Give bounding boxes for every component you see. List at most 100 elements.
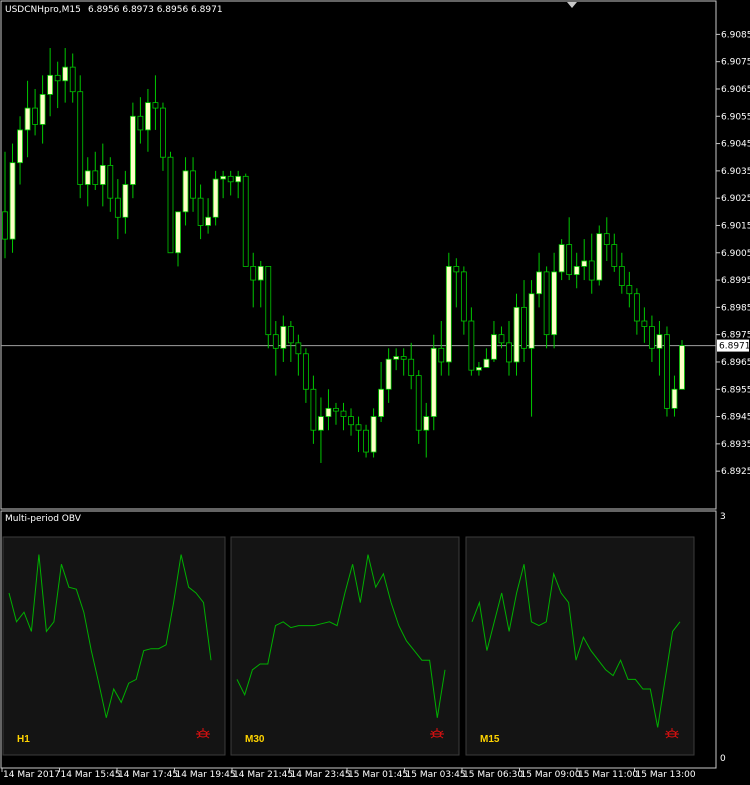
candle-body — [460, 271, 467, 322]
price-tick-label: 6.8985 — [721, 303, 750, 313]
candle-body — [453, 266, 460, 273]
time-tick-label: 14 Mar 17:45 — [118, 770, 178, 780]
candle-body — [190, 170, 196, 199]
candle-body — [633, 293, 640, 322]
time-tick-label: 14 Mar 19:45 — [176, 770, 236, 780]
candle-body — [92, 170, 99, 185]
candle-body — [400, 356, 407, 360]
candle-body — [498, 334, 505, 344]
candle-body — [656, 334, 663, 349]
candle-body — [197, 197, 204, 226]
obv-timeframe-label: M15 — [480, 734, 500, 745]
candle-body — [167, 156, 174, 254]
candle-body — [107, 165, 114, 199]
candle-body — [302, 353, 309, 390]
candle-body — [137, 115, 144, 131]
candle-body — [370, 416, 377, 453]
candle-body — [54, 74, 61, 82]
time-tick-label: 14 Mar 15:45 — [61, 770, 121, 780]
candle-body — [506, 342, 512, 363]
candle-body — [581, 260, 588, 267]
candle-body — [543, 271, 550, 336]
candle-body — [212, 178, 219, 218]
candle-body — [257, 266, 264, 281]
candle-body — [588, 260, 595, 281]
candle-body — [468, 320, 475, 371]
candle-body — [175, 211, 181, 254]
time-tick-label: 14 Mar 2017 — [3, 770, 60, 780]
candle-body — [355, 424, 362, 431]
time-tick-label: 14 Mar 23:45 — [291, 770, 351, 780]
candle-body — [649, 326, 655, 349]
candle-body — [24, 107, 31, 131]
candle-body — [9, 162, 16, 240]
candle-body — [227, 175, 234, 183]
candle-body — [611, 244, 618, 267]
candle-body — [242, 175, 249, 267]
candle-body — [272, 334, 279, 349]
indicator-scale-top: 3 — [720, 512, 726, 522]
price-tick-label: 6.8935 — [721, 440, 750, 450]
obv-panel-frame — [465, 536, 695, 756]
candle-body — [325, 407, 332, 417]
candle-body — [618, 266, 625, 286]
obv-panels: H1 M30 M15 — [2, 536, 695, 756]
candle-body — [160, 107, 166, 158]
candle-body — [596, 233, 603, 281]
candle-body — [513, 306, 520, 363]
candle-body — [250, 266, 257, 281]
price-tick-label: 6.8975 — [721, 331, 750, 341]
time-tick-label: 15 Mar 03:45 — [406, 770, 466, 780]
candle-body — [280, 326, 287, 349]
candle-body — [551, 271, 558, 336]
candle-body — [84, 170, 91, 185]
candle-body — [566, 244, 573, 276]
candle-body — [129, 115, 136, 185]
price-axis: 6.9085 6.9075 6.9065 6.9055 6.9045 6.9035 6.90… — [1, 30, 750, 477]
symbol-title: USDCNHpro,M15 — [5, 5, 81, 15]
candle-body — [340, 410, 347, 417]
candle-body — [17, 129, 23, 164]
candle-body — [145, 102, 151, 131]
candle-body — [99, 165, 106, 185]
chart-shift-marker-icon[interactable] — [567, 2, 577, 8]
obv-panel-h1: H1 — [2, 536, 226, 756]
price-tick-label: 6.8995 — [721, 276, 750, 286]
time-axis: 14 Mar 2017 14 Mar 15:4514 Mar 17:4514 Ma… — [1, 768, 696, 780]
time-tick-label: 15 Mar 01:45 — [348, 770, 408, 780]
time-tick-label: 15 Mar 06:30 — [463, 770, 523, 780]
obv-timeframe-label: H1 — [17, 734, 30, 745]
candle-body — [626, 285, 633, 295]
candle-body — [205, 216, 212, 226]
obv-panel-frame — [2, 536, 226, 756]
price-tick-label: 6.8955 — [721, 385, 750, 395]
obv-panel-frame — [230, 536, 460, 756]
time-tick-label: 15 Mar 09:00 — [521, 770, 581, 780]
candle-body — [333, 407, 339, 412]
candle-body — [62, 66, 69, 82]
candle-body — [573, 266, 580, 276]
time-tick-label: 15 Mar 11:00 — [578, 770, 638, 780]
candle-body — [415, 375, 422, 431]
candle-body — [664, 334, 670, 409]
candle-body — [558, 244, 565, 273]
candle-body — [603, 233, 610, 245]
obv-panel-m30: M30 — [230, 536, 460, 756]
candle-body — [47, 74, 54, 95]
candle-body — [423, 416, 430, 431]
candle-body — [378, 388, 385, 417]
candle-body — [430, 347, 437, 417]
candle-body — [39, 94, 46, 125]
price-tick-label: 6.9045 — [721, 140, 750, 150]
chart-canvas: USDCNHpro,M15 6.8956 6.8973 6.8956 6.897… — [0, 0, 750, 780]
candle-body — [385, 358, 392, 390]
candle-body — [182, 170, 189, 213]
candle-body — [521, 306, 527, 349]
candle-body — [2, 211, 8, 240]
candle-body — [445, 266, 452, 363]
candle-body — [295, 342, 302, 355]
candle-body — [491, 334, 497, 360]
current-price-label: 6.8971 — [719, 342, 750, 352]
time-tick-label: 14 Mar 21:45 — [233, 770, 293, 780]
indicator-scale-bottom: 0 — [720, 754, 726, 764]
